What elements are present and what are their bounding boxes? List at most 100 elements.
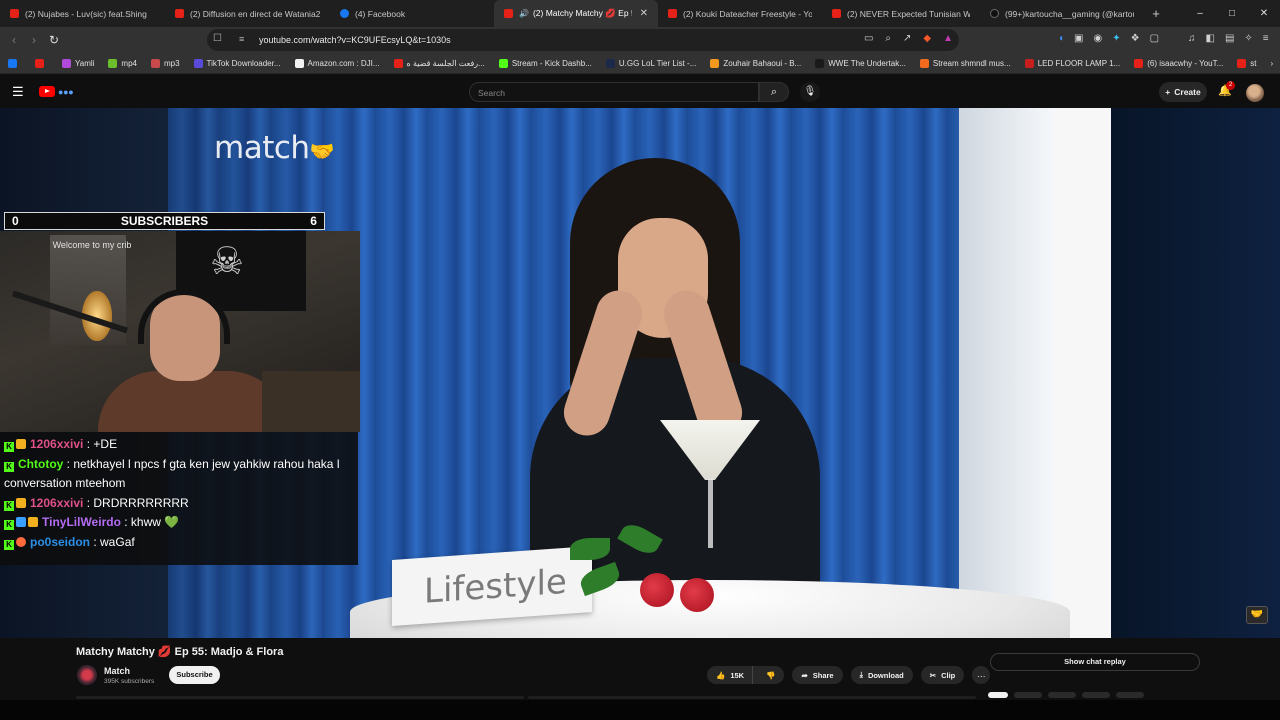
tab-facebook[interactable]: (4) Facebook bbox=[330, 0, 494, 27]
bookmark-item[interactable]: st bbox=[1237, 58, 1257, 68]
youtube-icon bbox=[668, 9, 677, 18]
bookmark-favicon-icon bbox=[393, 58, 403, 68]
download-button[interactable]: ⤓ Download bbox=[850, 666, 913, 684]
filter-chip[interactable] bbox=[1082, 692, 1110, 698]
bookmark-item[interactable]: Yamli bbox=[62, 58, 94, 68]
sidebar-icon[interactable]: ◧ bbox=[1206, 33, 1215, 44]
bookmark-item[interactable]: U.GG LoL Tier List -... bbox=[605, 58, 696, 68]
translate-icon[interactable]: ✦ bbox=[1112, 33, 1120, 44]
omnibox-actions: ▭ ⌕ ↗ ◆ ▲ bbox=[864, 33, 953, 44]
bookmark-label: TikTok Downloader... bbox=[206, 58, 281, 68]
close-window-button[interactable]: ✕ bbox=[1248, 0, 1280, 27]
kick-badge-icon: K bbox=[4, 500, 14, 511]
url-text[interactable]: youtube.com/watch?v=KC9UFEcsyLQ&t=1030s bbox=[259, 35, 451, 45]
tab-kouki[interactable]: (2) Kouki Dateacher Freestyle - YouT bbox=[658, 0, 822, 27]
share-label: Share bbox=[812, 670, 834, 680]
bookmark-favicon-icon bbox=[1237, 58, 1247, 68]
page-bottom-strip bbox=[0, 692, 1280, 720]
browser-tabstrip: (2) Nujabes - Luv(sic) feat.Shing (2) Di… bbox=[0, 0, 1280, 27]
bookmark-item[interactable]: LED FLOOR LAMP 1... bbox=[1024, 58, 1120, 68]
back-icon[interactable]: ‹ bbox=[4, 33, 24, 47]
tab-tiktok[interactable]: (99+)kartoucha__gaming (@kartouc bbox=[980, 0, 1144, 27]
menu-icon[interactable]: ≡ bbox=[1263, 33, 1269, 44]
like-button[interactable]: 👍 15K bbox=[707, 666, 754, 684]
tab-nujabes[interactable]: (2) Nujabes - Luv(sic) feat.Shing bbox=[0, 0, 165, 27]
minimize-button[interactable]: – bbox=[1184, 0, 1216, 27]
site-info-icon[interactable]: ≡ bbox=[239, 34, 244, 44]
tab-title: (2) Kouki Dateacher Freestyle - YouT bbox=[683, 8, 812, 19]
show-chat-replay-button[interactable]: Show chat replay bbox=[990, 653, 1200, 671]
bookmark-icon[interactable]: ☐ bbox=[213, 33, 222, 44]
tab-title: (2) Diffusion en direct de Watania2 bbox=[190, 8, 320, 19]
puzzle-icon[interactable]: ❖ bbox=[1131, 33, 1140, 44]
more-actions-button[interactable]: … bbox=[972, 666, 991, 684]
channel-avatar[interactable] bbox=[77, 665, 97, 685]
tab-title: (99+)kartoucha__gaming (@kartouc bbox=[1005, 8, 1134, 19]
brave-shield-icon[interactable]: ◆ bbox=[923, 33, 931, 44]
hamburger-menu-icon[interactable]: ☰ bbox=[12, 84, 24, 100]
filter-chip[interactable] bbox=[1048, 692, 1076, 698]
bookmark-item[interactable] bbox=[8, 58, 21, 68]
tab-watania2[interactable]: (2) Diffusion en direct de Watania2 bbox=[165, 0, 330, 27]
video-actions: 👍 15K 👎 ➦ Share ⤓ Download ✂ Clip … bbox=[707, 666, 991, 684]
dislike-button[interactable]: 👎 bbox=[758, 671, 784, 680]
subscriber-badge-icon bbox=[16, 497, 26, 508]
music-icon[interactable]: ♫ bbox=[1188, 33, 1196, 44]
window-controls: – □ ✕ bbox=[1184, 0, 1280, 27]
share-page-icon[interactable]: ↗ bbox=[903, 33, 911, 44]
subscriber-goal-bar: 0 SUBSCRIBERS 6 bbox=[4, 212, 325, 230]
brave-rewards-icon[interactable]: ▲ bbox=[943, 33, 953, 44]
account-avatar[interactable] bbox=[1246, 84, 1264, 102]
share-button[interactable]: ➦ Share bbox=[792, 666, 843, 684]
bookmark-item[interactable]: mp3 bbox=[150, 58, 180, 68]
filter-chip[interactable] bbox=[988, 692, 1008, 698]
speaker-icon[interactable]: 🔊 bbox=[519, 9, 529, 18]
rose-leaf bbox=[570, 538, 610, 560]
window-icon[interactable]: ▢ bbox=[1150, 33, 1159, 44]
search-button[interactable]: ⌕ bbox=[759, 82, 789, 102]
maximize-button[interactable]: □ bbox=[1216, 0, 1248, 27]
filter-chip[interactable] bbox=[1116, 692, 1144, 698]
search-input[interactable]: Search bbox=[469, 82, 759, 102]
new-tab-button[interactable]: + bbox=[1144, 6, 1168, 21]
extension-icon[interactable]: ◖ bbox=[1058, 33, 1064, 44]
address-bar[interactable]: ☐ ≡ youtube.com/watch?v=KC9UFEcsyLQ&t=10… bbox=[207, 29, 959, 51]
bookmark-item[interactable]: WWE The Undertak... bbox=[815, 58, 906, 68]
channel-watermark-icon[interactable]: 🤝 bbox=[1246, 606, 1268, 624]
bookmark-item[interactable]: mp4 bbox=[108, 58, 137, 68]
voice-search-button[interactable]: 🎙 bbox=[800, 82, 820, 102]
leo-icon[interactable]: ✧ bbox=[1244, 33, 1252, 44]
welcome-sign: Welcome to my crib bbox=[52, 240, 132, 250]
bookmark-item[interactable]: رفعت الجلسة قضية ه... bbox=[393, 58, 485, 68]
create-button[interactable]: + Create bbox=[1159, 82, 1207, 102]
bookmark-item[interactable]: Stream shmndl mus... bbox=[919, 58, 1011, 68]
kick-badge-icon: K bbox=[4, 461, 14, 472]
tab-tunisian-woman[interactable]: (2) NEVER Expected Tunisian Woman bbox=[822, 0, 980, 27]
reload-icon[interactable]: ↻ bbox=[44, 33, 64, 47]
close-tab-icon[interactable]: ✕ bbox=[640, 8, 648, 19]
channel-name[interactable]: Match bbox=[104, 666, 130, 676]
more-bookmarks-chevron-icon[interactable]: › bbox=[1271, 59, 1274, 68]
wallet-icon[interactable]: ▤ bbox=[1225, 33, 1234, 44]
clip-button[interactable]: ✂ Clip bbox=[920, 666, 965, 684]
tab-title: (2) Nujabes - Luv(sic) feat.Shing bbox=[25, 8, 147, 19]
filter-chip[interactable] bbox=[1014, 692, 1042, 698]
bookmark-item[interactable]: TikTok Downloader... bbox=[193, 58, 281, 68]
bookmark-item[interactable]: Stream - Kick Dashb... bbox=[498, 58, 592, 68]
zoom-icon[interactable]: ⌕ bbox=[885, 33, 891, 44]
video-player[interactable]: match🤝 Lifestyle 0 SUBSCRIBERS 6 Welcome… bbox=[0, 108, 1280, 638]
bookmark-label: (6) isaacwhy - YouT... bbox=[1147, 58, 1224, 68]
bookmark-favicon-icon bbox=[815, 58, 825, 68]
forward-icon[interactable]: › bbox=[24, 33, 44, 47]
cast-icon[interactable]: ▭ bbox=[864, 33, 873, 44]
shield-icon[interactable]: ◉ bbox=[1094, 33, 1103, 44]
tab-title: (4) Facebook bbox=[355, 8, 406, 19]
tab-matchy-matchy[interactable]: 🔊 (2) Matchy Matchy 💋 Ep 55 ✕ bbox=[494, 0, 658, 27]
bookmark-item[interactable] bbox=[35, 58, 48, 68]
youtube-logo[interactable]: ●●● bbox=[39, 85, 93, 98]
bookmark-item[interactable]: (6) isaacwhy - YouT... bbox=[1134, 58, 1224, 68]
bookmark-item[interactable]: Amazon.com : DJI... bbox=[294, 58, 380, 68]
bookmark-item[interactable]: Zouhair Bahaoui - B... bbox=[710, 58, 801, 68]
screenshot-icon[interactable]: ▣ bbox=[1074, 33, 1083, 44]
subscribe-button[interactable]: Subscribe bbox=[169, 666, 220, 684]
